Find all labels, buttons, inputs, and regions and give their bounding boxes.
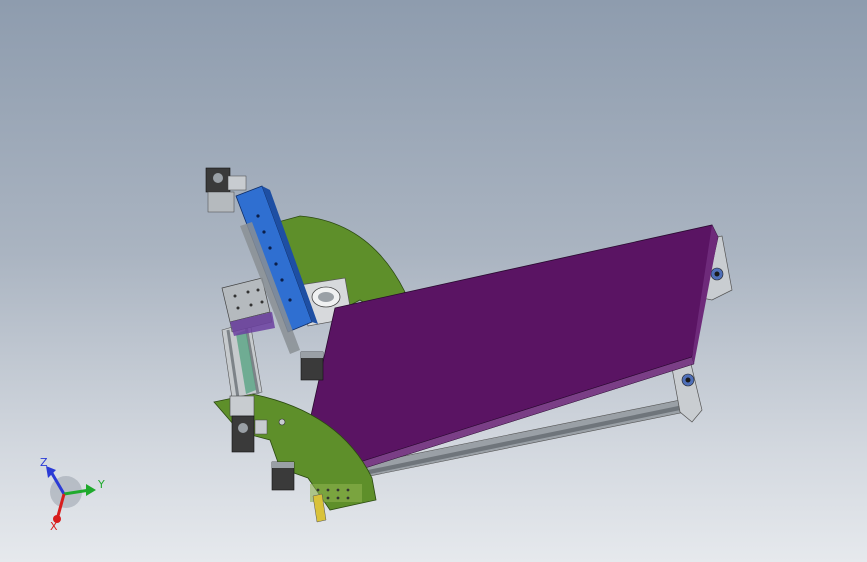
- 3d-viewport[interactable]: Z Y X: [0, 0, 867, 562]
- plate-screw: [278, 418, 286, 426]
- triad-x-label: X: [50, 520, 58, 533]
- triad-y-label: Y: [97, 478, 105, 491]
- reference-triad[interactable]: Z Y X: [40, 456, 105, 533]
- y-motor-front: [271, 461, 295, 491]
- y-axis-arrow: [86, 484, 96, 496]
- triad-z-label: Z: [40, 456, 48, 469]
- y-motor-rear: [300, 351, 324, 381]
